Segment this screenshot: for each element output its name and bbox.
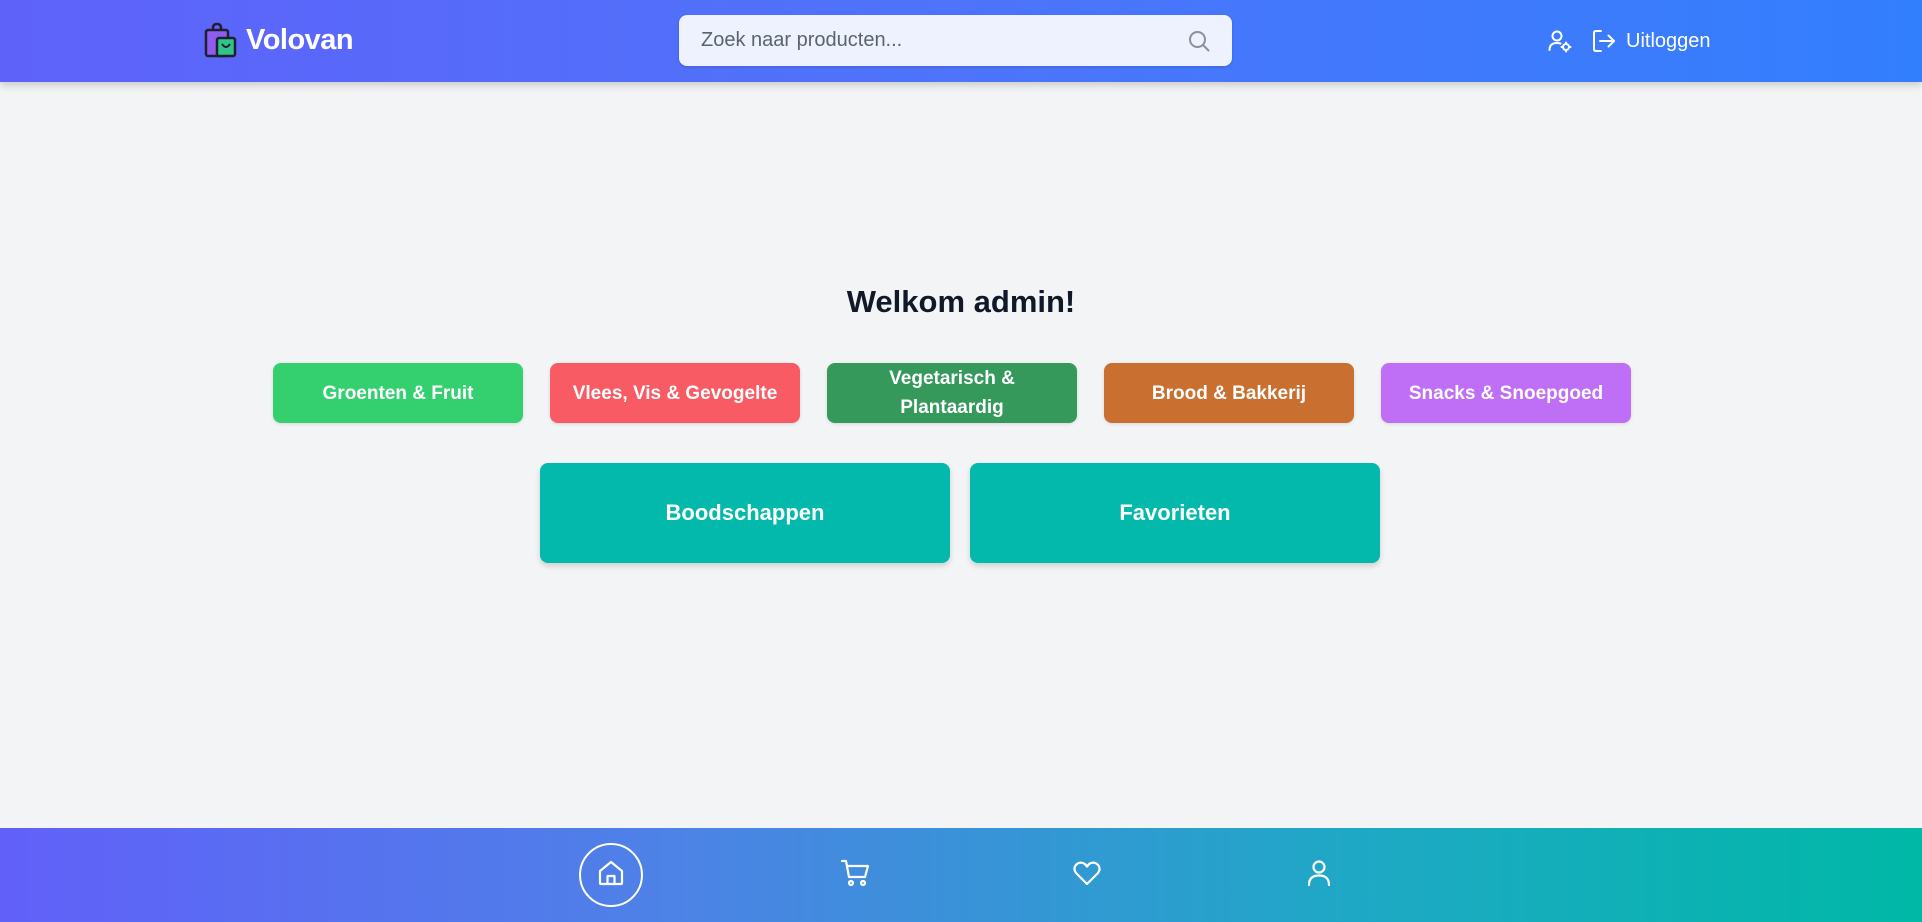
bottom-navigation <box>0 828 1922 922</box>
logo-text: Volovan <box>246 23 354 56</box>
shopping-bag-icon <box>202 22 238 58</box>
category-button-vegetarisch-plantaardig[interactable]: Vegetarisch & Plantaardig <box>827 363 1077 423</box>
logout-icon <box>1590 27 1618 55</box>
header-actions: Uitloggen <box>1546 25 1711 57</box>
logout-button[interactable]: Uitloggen <box>1590 27 1711 55</box>
category-button-groenten-fruit[interactable]: Groenten & Fruit <box>273 363 523 423</box>
search-icon[interactable] <box>1186 28 1212 54</box>
category-button-snacks-snoepgoed[interactable]: Snacks & Snoepgoed <box>1381 363 1631 423</box>
user-settings-icon[interactable] <box>1546 27 1574 55</box>
home-icon <box>596 858 626 893</box>
welcome-heading: Welkom admin! <box>846 284 1076 319</box>
heart-icon <box>1072 858 1102 893</box>
category-button-brood-bakkerij[interactable]: Brood & Bakkerij <box>1104 363 1354 423</box>
favorieten-button[interactable]: Favorieten <box>970 463 1380 563</box>
top-header: Volovan Zoek naar producten... Uitloggen <box>0 0 1922 82</box>
logo[interactable]: Volovan <box>202 20 354 60</box>
search-bar <box>679 15 1232 66</box>
nav-home[interactable] <box>579 843 643 907</box>
user-icon <box>1304 858 1334 893</box>
nav-favorites[interactable] <box>1055 843 1119 907</box>
logout-label: Uitloggen <box>1626 29 1711 52</box>
search-input[interactable] <box>699 28 1186 53</box>
nav-profile[interactable] <box>1287 843 1351 907</box>
boodschappen-button[interactable]: Boodschappen <box>540 463 950 563</box>
cart-icon <box>840 857 872 894</box>
nav-cart[interactable] <box>824 843 888 907</box>
category-button-vlees-vis-gevogelte[interactable]: Vlees, Vis & Gevogelte <box>550 363 800 423</box>
